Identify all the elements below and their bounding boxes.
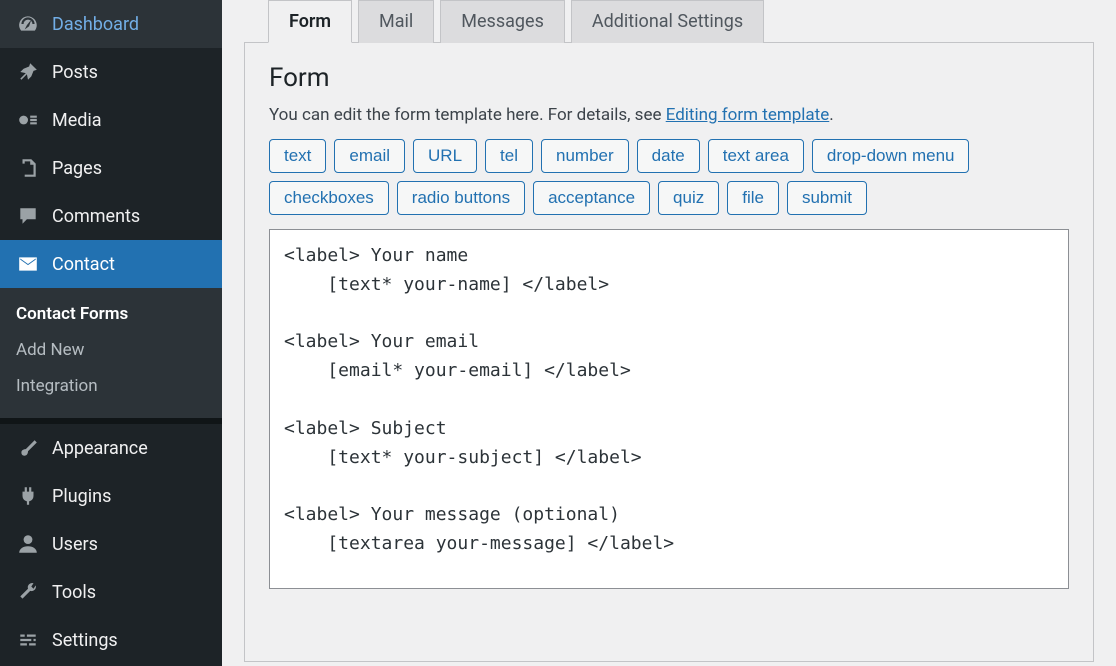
tag-btn-text[interactable]: text (269, 139, 326, 173)
sidebar-item-contact[interactable]: Contact (0, 240, 222, 288)
sidebar-item-posts[interactable]: Posts (0, 48, 222, 96)
tag-btn-date[interactable]: date (637, 139, 700, 173)
sidebar-submenu-contact: Contact Forms Add New Integration (0, 288, 222, 418)
help-text: You can edit the form template here. For… (269, 105, 1069, 125)
submenu-item-integration[interactable]: Integration (0, 368, 222, 404)
menu-label: Contact (52, 254, 115, 275)
tag-generator-buttons: text email URL tel number date text area… (269, 139, 1069, 215)
submenu-item-add-new[interactable]: Add New (0, 332, 222, 368)
user-icon (16, 532, 40, 556)
sidebar-item-media[interactable]: Media (0, 96, 222, 144)
pages-icon (16, 156, 40, 180)
menu-label: Comments (52, 206, 140, 227)
tag-btn-textarea[interactable]: text area (708, 139, 804, 173)
tag-btn-number[interactable]: number (541, 139, 629, 173)
tab-panel-form: Form You can edit the form template here… (244, 42, 1094, 662)
dashboard-icon (16, 12, 40, 36)
admin-sidebar: Dashboard Posts Media Pages Comments Con… (0, 0, 222, 666)
sidebar-item-pages[interactable]: Pages (0, 144, 222, 192)
settings-tabs: Form Mail Messages Additional Settings (268, 0, 1094, 43)
tag-btn-quiz[interactable]: quiz (658, 181, 719, 215)
menu-label: Appearance (52, 438, 148, 459)
help-prefix: You can edit the form template here. For… (269, 105, 666, 125)
tab-mail[interactable]: Mail (358, 0, 434, 43)
tag-btn-submit[interactable]: submit (787, 181, 867, 215)
comment-icon (16, 204, 40, 228)
menu-label: Media (52, 110, 102, 131)
menu-label: Settings (52, 630, 118, 651)
tag-btn-email[interactable]: email (334, 139, 405, 173)
sidebar-item-plugins[interactable]: Plugins (0, 472, 222, 520)
submenu-item-contact-forms[interactable]: Contact Forms (0, 296, 222, 332)
tag-btn-radio[interactable]: radio buttons (397, 181, 525, 215)
help-link-editing-template[interactable]: Editing form template (666, 105, 830, 125)
tag-btn-checkboxes[interactable]: checkboxes (269, 181, 389, 215)
sidebar-item-tools[interactable]: Tools (0, 568, 222, 616)
menu-label: Users (52, 534, 98, 555)
pin-icon (16, 60, 40, 84)
tag-btn-file[interactable]: file (727, 181, 779, 215)
media-icon (16, 108, 40, 132)
sliders-icon (16, 628, 40, 652)
tag-btn-url[interactable]: URL (413, 139, 477, 173)
tab-messages[interactable]: Messages (440, 0, 565, 43)
tag-btn-acceptance[interactable]: acceptance (533, 181, 650, 215)
sidebar-item-users[interactable]: Users (0, 520, 222, 568)
menu-label: Posts (52, 62, 98, 83)
tag-btn-dropdown[interactable]: drop-down menu (812, 139, 970, 173)
plug-icon (16, 484, 40, 508)
sidebar-item-appearance[interactable]: Appearance (0, 424, 222, 472)
tab-form[interactable]: Form (268, 0, 352, 43)
tag-btn-tel[interactable]: tel (485, 139, 533, 173)
main-content: Form Mail Messages Additional Settings F… (222, 0, 1116, 666)
sidebar-item-settings[interactable]: Settings (0, 616, 222, 664)
sidebar-item-comments[interactable]: Comments (0, 192, 222, 240)
form-template-editor[interactable] (269, 229, 1069, 589)
menu-label: Plugins (52, 486, 111, 507)
wrench-icon (16, 580, 40, 604)
menu-label: Dashboard (52, 14, 139, 35)
tab-additional-settings[interactable]: Additional Settings (571, 0, 764, 43)
sidebar-item-dashboard[interactable]: Dashboard (0, 0, 222, 48)
menu-label: Pages (52, 158, 102, 179)
brush-icon (16, 436, 40, 460)
menu-label: Tools (52, 582, 96, 603)
envelope-icon (16, 252, 40, 276)
panel-heading: Form (269, 63, 1069, 93)
help-suffix: . (829, 105, 833, 125)
